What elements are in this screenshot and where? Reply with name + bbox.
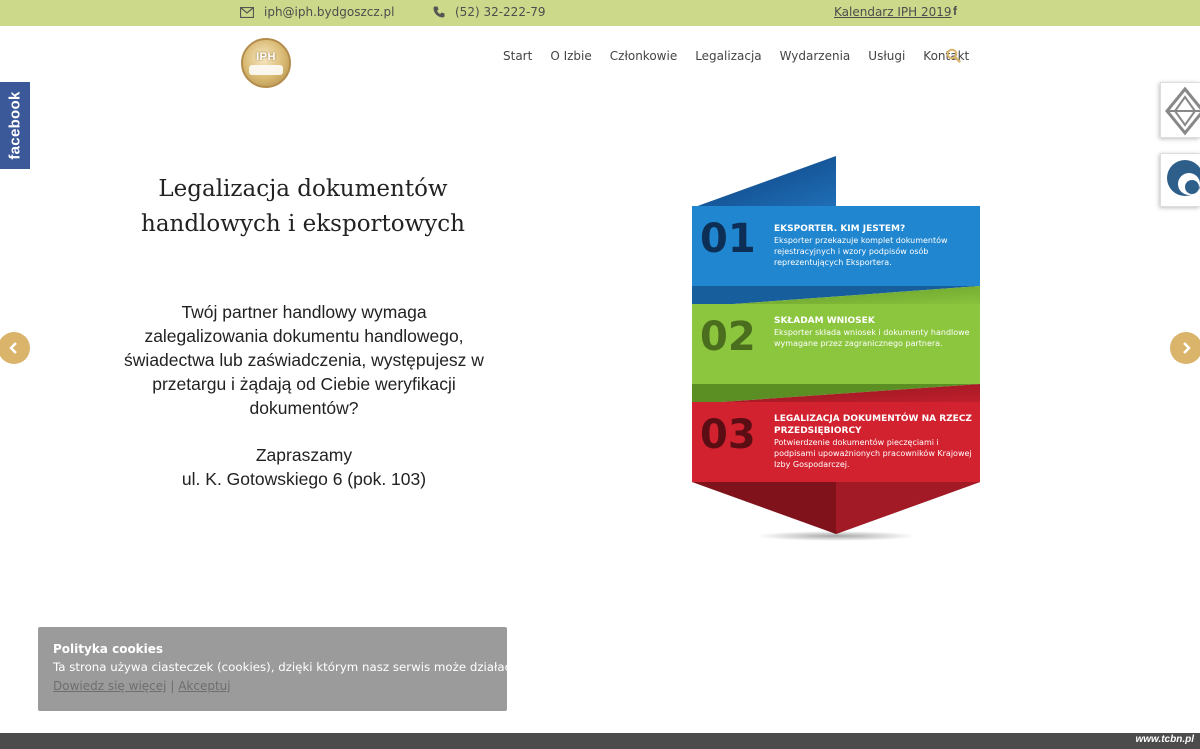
search-icon[interactable] — [946, 48, 961, 63]
facebook-side-tab[interactable]: facebook — [0, 82, 30, 169]
calendar-link[interactable]: Kalendarz IPH 2019 — [834, 5, 952, 19]
slide-invite: Zapraszamy ul. K. Gotowskiego 6 (pok. 10… — [118, 443, 490, 491]
step-body: Potwierdzenie dokumentów pieczęciami i p… — [774, 438, 972, 469]
nav-item-czlonkowie[interactable]: Członkowie — [610, 49, 677, 63]
step-card-1: EKSPORTER. KIM JESTEM? Eksporter przekaz… — [774, 223, 979, 268]
partner-badge-second[interactable] — [1160, 153, 1200, 207]
partner-logo-icon — [1167, 160, 1200, 196]
top-bar: iph@iph.bydgoszcz.pl (52) 32-222-79 Kale… — [0, 0, 1200, 26]
main-nav: Start O Izbie Członkowie Legalizacja Wyd… — [503, 49, 969, 63]
nav-item-o-izbie[interactable]: O Izbie — [550, 49, 591, 63]
cookie-title: Polityka cookies — [53, 642, 164, 656]
nav-item-wydarzenia[interactable]: Wydarzenia — [780, 49, 851, 63]
step-heading: SKŁADAM WNIOSEK — [774, 316, 875, 326]
facebook-icon[interactable]: f — [953, 4, 957, 18]
step-number: 03 — [700, 412, 756, 458]
step-card-3: LEGALIZACJA DOKUMENTÓW NA RZECZ PRZEDSIĘ… — [774, 413, 979, 470]
cookie-text: Ta strona używa ciasteczek (cookies), dz… — [53, 660, 551, 674]
contact-email[interactable]: iph@iph.bydgoszcz.pl — [240, 5, 394, 19]
contact-phone[interactable]: (52) 32-222-79 — [433, 5, 546, 19]
step-body: Eksporter przekazuje komplet dokumentów … — [774, 236, 948, 267]
step-number: 01 — [700, 216, 756, 262]
nav-item-legalizacja[interactable]: Legalizacja — [695, 49, 761, 63]
logo-text: IPH — [256, 51, 276, 63]
chevron-left-icon — [9, 342, 17, 354]
facebook-tab-label: facebook — [6, 91, 24, 160]
step-body: Eksporter składa wniosek i dokumenty han… — [774, 328, 970, 348]
footer-strip: www.tcbn.pl — [0, 733, 1200, 749]
cookie-separator: | — [170, 679, 175, 693]
phone-icon — [433, 6, 445, 18]
slide-title: Legalizacja dokumentów handlowych i eksp… — [141, 176, 465, 237]
slide-description: Twój partner handlowy wymaga zalegalizow… — [124, 302, 484, 418]
cookie-notice: Polityka cookies Ta strona używa ciastec… — [38, 627, 551, 711]
slider-prev-button[interactable] — [0, 332, 30, 364]
nav-item-start[interactable]: Start — [503, 49, 532, 63]
cookie-more-link[interactable]: Dowiedz się więcej — [53, 679, 166, 693]
envelope-icon — [240, 6, 254, 18]
step-heading: EKSPORTER. KIM JESTEM? — [774, 224, 906, 234]
kig-logo-icon — [1165, 86, 1200, 136]
invite-line: Zapraszamy — [255, 445, 353, 465]
process-infographic: 01 EKSPORTER. KIM JESTEM? Eksporter prze… — [686, 152, 986, 544]
step-number: 02 — [700, 314, 756, 360]
nav-item-uslugi[interactable]: Usługi — [868, 49, 905, 63]
partner-badge-kig[interactable] — [1160, 82, 1200, 138]
site-logo[interactable]: IPH — [241, 38, 291, 88]
email-text[interactable]: iph@iph.bydgoszcz.pl — [264, 5, 394, 19]
address-line: ul. K. Gotowskiego 6 (pok. 103) — [181, 469, 427, 489]
chevron-right-icon — [1183, 342, 1191, 354]
slider-next-button[interactable] — [1170, 332, 1200, 364]
footer-credit[interactable]: www.tcbn.pl — [1135, 734, 1194, 745]
step-card-2: SKŁADAM WNIOSEK Eksporter składa wniosek… — [774, 315, 979, 349]
phone-text: (52) 32-222-79 — [455, 5, 546, 19]
cookie-links: Dowiedz się więcej | Akceptuj — [53, 679, 492, 693]
logo-emblem — [249, 65, 283, 75]
cookie-accept-link[interactable]: Akceptuj — [178, 679, 230, 693]
step-heading: LEGALIZACJA DOKUMENTÓW NA RZECZ PRZEDSIĘ… — [774, 414, 972, 436]
